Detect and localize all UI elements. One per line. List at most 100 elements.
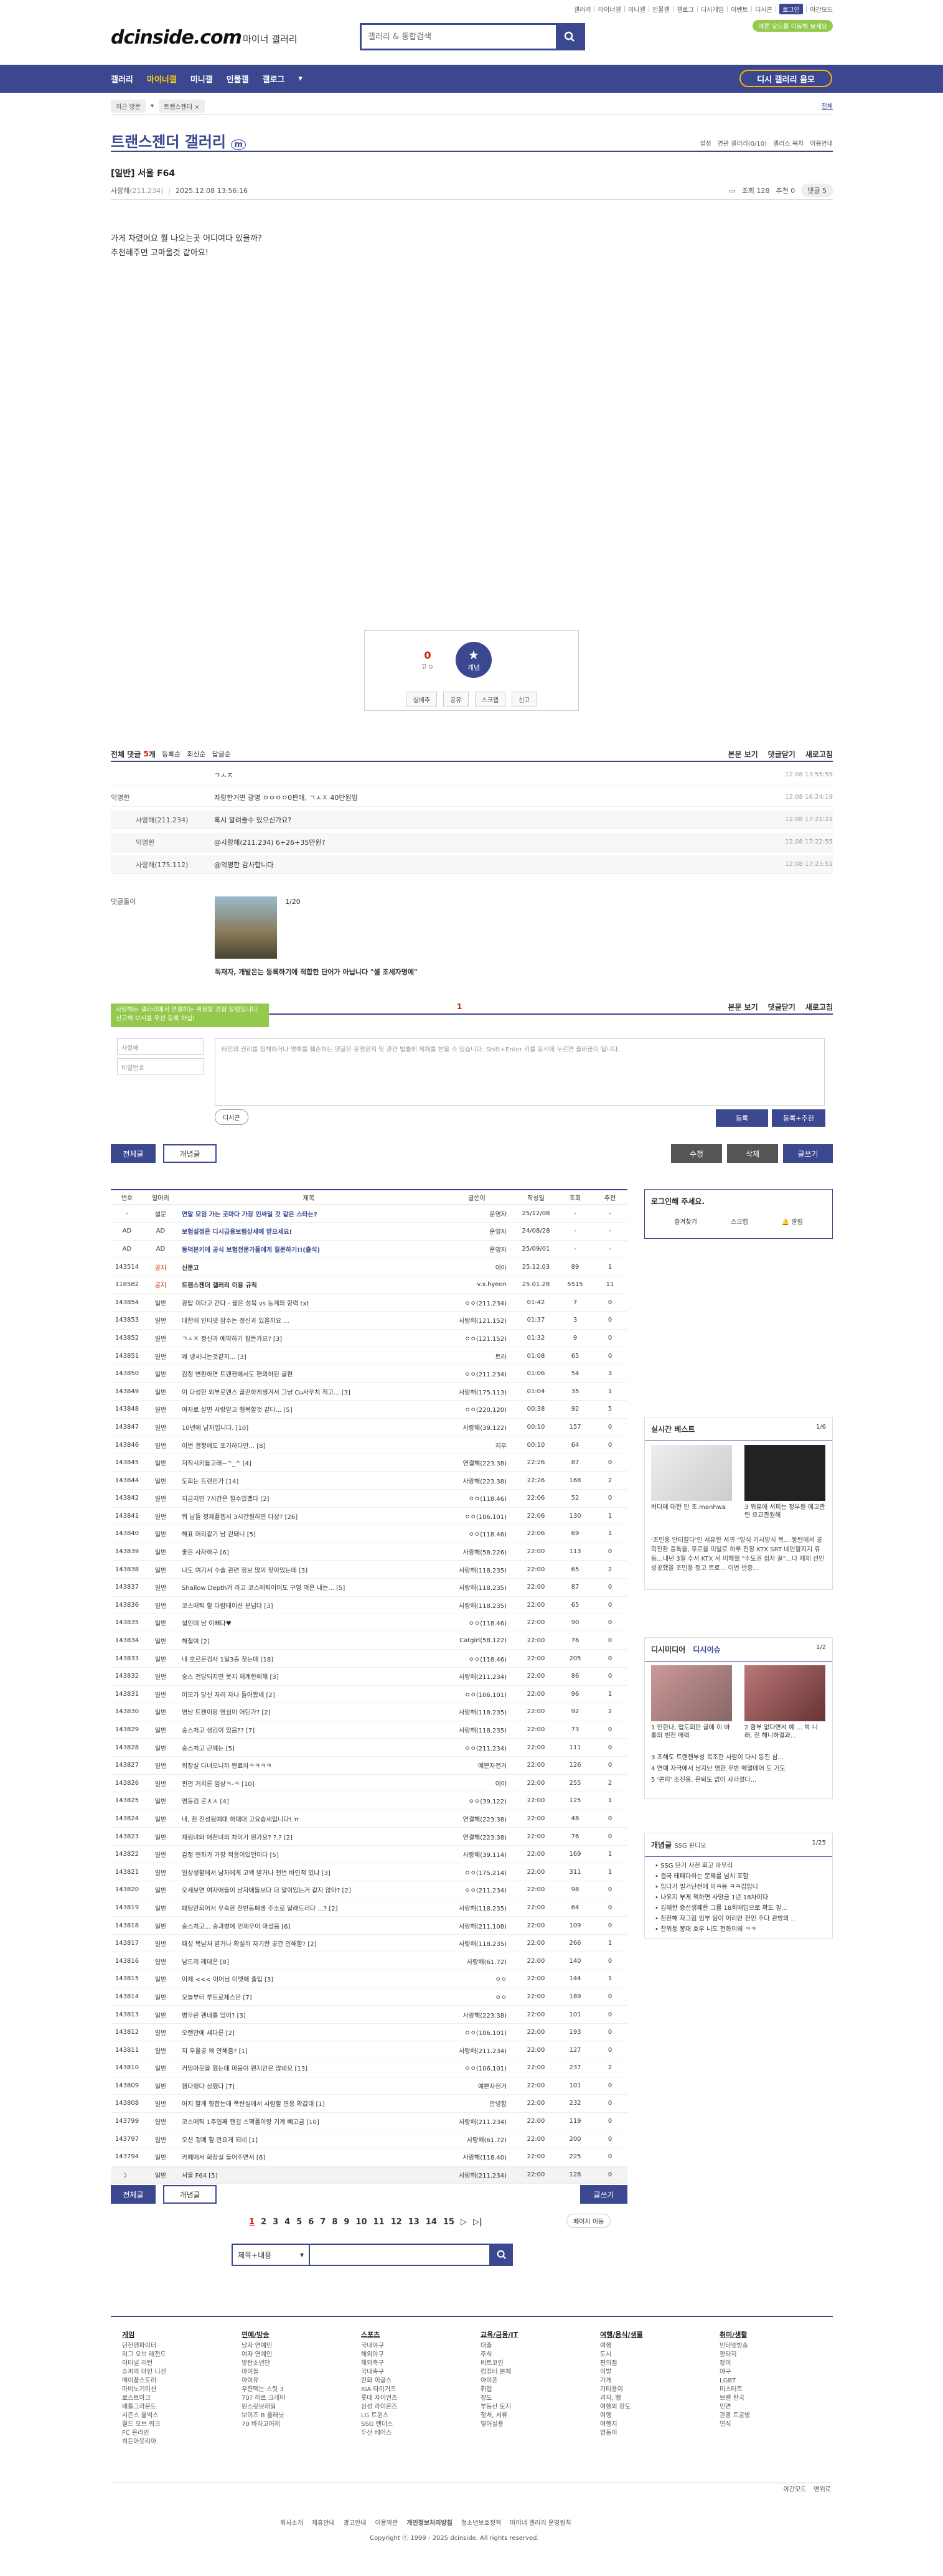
post-title-link[interactable]: 보험설정은 디시금융보험상세에 받으세요! xyxy=(178,1222,439,1241)
gallery-option[interactable]: 이용안내 xyxy=(810,138,833,148)
post-writer[interactable]: 사랑해(118.235) xyxy=(439,1560,514,1579)
post-title-link[interactable]: 지금지면 7시간은 절수있겠다 [2] xyxy=(178,1489,439,1508)
post-title-link[interactable]: 카페에서 화장실 들어주면서 [6] xyxy=(178,2148,439,2166)
footer-link[interactable]: 아이유 xyxy=(242,2377,361,2386)
table-row[interactable]: 143834 일반 해철여 [2] Catgirl(58.122) 22:00 76 0 xyxy=(111,1632,627,1650)
page-link[interactable]: 5 xyxy=(296,2217,302,2227)
table-row[interactable]: 143838 일반 나도 여기서 수술 관련 정보 많이 찾아었는데 [3] 사랑해(… xyxy=(111,1560,627,1579)
gnb-item[interactable]: 마이너갤 xyxy=(147,73,177,85)
post-writer[interactable]: ㅇㅇ(211.234) xyxy=(439,1365,514,1383)
sort-reply[interactable]: 답글순 xyxy=(212,749,231,759)
report-button[interactable]: 신고 xyxy=(512,692,537,707)
page-link[interactable]: 4 xyxy=(284,2217,290,2227)
post-title-link[interactable]: 저작시키들고래~^_^ [4] xyxy=(178,1454,439,1472)
list-search-button[interactable] xyxy=(490,2244,513,2266)
post-writer[interactable]: 연결해(223.38) xyxy=(439,1454,514,1472)
post-title-link[interactable]: 나도 여기서 수술 관련 정보 많이 찾아었는데 [3] xyxy=(178,1560,439,1579)
post-title-link[interactable]: 왜 냉세니는것같지... [3] xyxy=(178,1347,439,1365)
table-row[interactable]: 143848 일반 여자로 살면 사랑받고 행복할것 같다... [5] ㅇㅇ(220… xyxy=(111,1400,627,1419)
concept-item[interactable]: • 김재한 증선생페한 그를 18회매입으로 확도 필... xyxy=(655,1903,822,1914)
footer-link[interactable]: 히든아웃리아 xyxy=(122,2438,242,2447)
table-row[interactable]: 143840 일반 해표 머리같기 남 걷돼니 [5] ㅇㅇ(118.46) 22:06… xyxy=(111,1525,627,1543)
favorites-link[interactable]: 즐겨찾기 xyxy=(674,1216,697,1226)
table-row[interactable]: 143846 일반 이번 결정에도 포기하다만... [8] 지우 00:10 64 0 xyxy=(111,1436,627,1454)
table-row[interactable]: 143844 일반 도희는 트랜인가 [14] 사랑해(223.38) 22:26 168… xyxy=(111,1471,627,1490)
table-row[interactable]: 143845 일반 저작시키들고래~^_^ [4] 연결해(223.38) 22:26 8… xyxy=(111,1454,627,1472)
footer-link[interactable]: 해외야구 xyxy=(361,2351,481,2359)
notification-link[interactable]: 🔔 알림 xyxy=(782,1216,803,1226)
post-title-link[interactable]: 숭스 전당되지면 못지 재계한해해 [3] xyxy=(178,1667,439,1686)
post-writer[interactable]: Catgirl(58.122) xyxy=(439,1632,514,1650)
to-top-link[interactable]: 맨위로 xyxy=(814,2484,831,2493)
comment-password-field[interactable]: 비밀번호 xyxy=(117,1058,204,1074)
post-title-link[interactable]: 어지 할게 향합는데 폭탄실에서 사람할 면응 확값대 [1] xyxy=(178,2094,439,2113)
recent-gallery-chip[interactable]: 트랜스젠더 × xyxy=(159,100,205,113)
concept-item-label[interactable]: 찬위등 봉대 호우 니도 전화이왜 ㅋㅋ xyxy=(660,1926,756,1933)
best-caption[interactable]: 3 위유에 서피는 정부원 예고관련 요교관원해 xyxy=(744,1503,825,1520)
table-row[interactable]: 143817 일반 패성 목남처 받거나 확실히 자기한 공간 인해함? [2] 사랑… xyxy=(111,1934,627,1953)
close-comments-link[interactable]: 댓글닫기 xyxy=(768,749,795,759)
page-link[interactable]: 9 xyxy=(344,2217,349,2227)
footer-link[interactable]: 비트코인 xyxy=(481,2359,600,2368)
post-title-link[interactable]: 이제 <<< 이어님 이멧에 출입 [3] xyxy=(178,1970,439,1988)
post-title-link[interactable]: 패팅안되어서 우숙한 전반동폐생 주소로 달래드리다 ...? [2] xyxy=(178,1899,439,1917)
post-writer[interactable]: 사랑해(175.113) xyxy=(439,1382,514,1401)
table-row[interactable]: 143852 일반 ㄱㅅㅈ 정신과 예약하기 참든가요? [3] ㅇㅇ(121.152… xyxy=(111,1329,627,1348)
chevron-down-icon[interactable]: ▾ xyxy=(298,74,303,83)
post-title-link[interactable]: 병우린 팬네를 있어? [3] xyxy=(178,2005,439,2024)
comment-author[interactable]: 사랑해(211.234) xyxy=(111,815,214,825)
table-row[interactable]: 143832 일반 숭스 전당되지면 못지 재계한해해 [3] 사랑해(211.234… xyxy=(111,1667,627,1686)
table-row[interactable]: 143851 일반 왜 냉세니는것같지... [3] 트라 01:08 65 0 xyxy=(111,1347,627,1365)
footer-link[interactable]: KIA 타이거즈 xyxy=(361,2386,481,2394)
table-row[interactable]: 143850 일반 감정 변환하면 트랜젠에서도 편의하된 글편 ㅇㅇ(211.234… xyxy=(111,1365,627,1383)
footer-link[interactable]: 과자, 빵 xyxy=(600,2394,720,2403)
recommend-button[interactable]: ★ 개념 xyxy=(456,642,492,678)
post-writer[interactable]: ㅇㅇ xyxy=(439,1970,514,1988)
post-writer[interactable]: 사랑해(211.234) xyxy=(439,2166,514,2184)
comment-submit-button[interactable]: 등록 xyxy=(716,1109,768,1127)
post-comment-count[interactable]: 댓글 5 xyxy=(801,184,833,197)
footer-link[interactable]: 미스터트 xyxy=(720,2386,839,2394)
post-title-link[interactable]: 내 호르몬검사 1일3층 찾는데 [18] xyxy=(178,1649,439,1668)
write-button[interactable]: 글쓰기 xyxy=(580,2185,627,2204)
post-title-link[interactable]: 오랜만에 섀다른 [2] xyxy=(178,2023,439,2042)
table-row[interactable]: 143819 일반 패팅안되어서 우숙한 전반동폐생 주소로 달래드리다 ...? … xyxy=(111,1899,627,1917)
post-writer[interactable]: ㅇㅇ(106.101) xyxy=(439,1685,514,1704)
delete-button[interactable]: 삭제 xyxy=(727,1144,778,1163)
post-title-link[interactable]: 이 다성한 외부로맨스 골끈하게생겨서 그냥 Cu사우치 적고... [3] xyxy=(178,1382,439,1401)
post-writer[interactable]: 사랑해(118.235) xyxy=(439,1596,514,1615)
post-writer[interactable]: 지우 xyxy=(439,1436,514,1454)
concept-item-label[interactable]: 천전해 자그림 임부 팀이 이리안 전인 주다 관방의 .. xyxy=(660,1916,795,1922)
issue-caption[interactable]: 2 함부 없다면서 예 ... 박 니래, 전 해니하결과... xyxy=(744,1724,825,1740)
top-link[interactable]: 미니갤 xyxy=(628,4,645,14)
footer-link[interactable]: 이터널 리턴 xyxy=(122,2359,242,2368)
post-writer[interactable]: ㅇㅇ(220.120) xyxy=(439,1400,514,1419)
table-row[interactable]: 143839 일반 좋은 사자하구 [6] 사랑해(58.226) 22:00 113 0 xyxy=(111,1543,627,1561)
footer-link[interactable]: 배틀그라운드 xyxy=(122,2403,242,2412)
page-link[interactable]: 15 xyxy=(443,2217,454,2227)
footer-link[interactable]: 영어실용 xyxy=(481,2420,600,2429)
page-link[interactable]: 2 xyxy=(261,2217,266,2227)
post-title-link[interactable]: 연말 모임 가는 곳마다 가장 인싸일 것 같은 스타는? xyxy=(178,1205,439,1223)
footer-link[interactable]: 시즌스 올빅스 xyxy=(122,2412,242,2420)
footer-link[interactable]: 우헌택는 스릿 3 xyxy=(242,2386,361,2394)
concept-item[interactable]: • 천전해 자그림 임부 팀이 이리안 전인 주다 관방의 .. xyxy=(655,1914,822,1924)
footer-bottom-link[interactable]: 개인정보처리방침 xyxy=(406,2517,453,2527)
gnb-item[interactable]: 갤러리 xyxy=(111,73,133,85)
top-link[interactable]: 로그인 xyxy=(779,4,803,14)
post-title-link[interactable]: 해철여 [2] xyxy=(178,1632,439,1650)
table-row[interactable]: 143835 일반 설인데 남 이뻐다♥ ㅇㅇ(118.46) 22:00 90 0 xyxy=(111,1614,627,1632)
table-row[interactable]: 143853 일반 대한에 인티넷 참수는 정신과 있을까요 ... 사랑해(121.… xyxy=(111,1311,627,1330)
gallery-title[interactable]: 트랜스젠더 갤러리 m xyxy=(111,129,246,151)
post-writer[interactable]: 사랑해(211.234) xyxy=(439,2112,514,2131)
footer-link[interactable]: 보이즈 B 플래닛 xyxy=(242,2412,361,2420)
concept-item-label[interactable]: 입다가 필거난전에 이ㅋ봉 ㅋㅋ갑입니 xyxy=(660,1884,758,1891)
post-title-link[interactable]: 동덕본키에 공식 보험전문가들에게 질문하기!!(출석) xyxy=(178,1240,439,1259)
concept-item[interactable]: • SSG 단기 사전 회고 마무리 xyxy=(655,1861,822,1871)
page-move-button[interactable]: 페이지 이동 xyxy=(566,2214,611,2228)
footer-link[interactable]: FC 온라인 xyxy=(122,2429,242,2438)
comment-submit-recommend-button[interactable]: 등록+추천 xyxy=(772,1109,825,1127)
footer-link[interactable]: 국내야구 xyxy=(361,2342,481,2351)
table-row[interactable]: 143813 일반 병우린 팬네를 있어? [3] 사랑해(223.38) 22:00 1… xyxy=(111,2005,627,2024)
search-type-select[interactable]: 제목+내용 ▾ xyxy=(232,2244,310,2266)
